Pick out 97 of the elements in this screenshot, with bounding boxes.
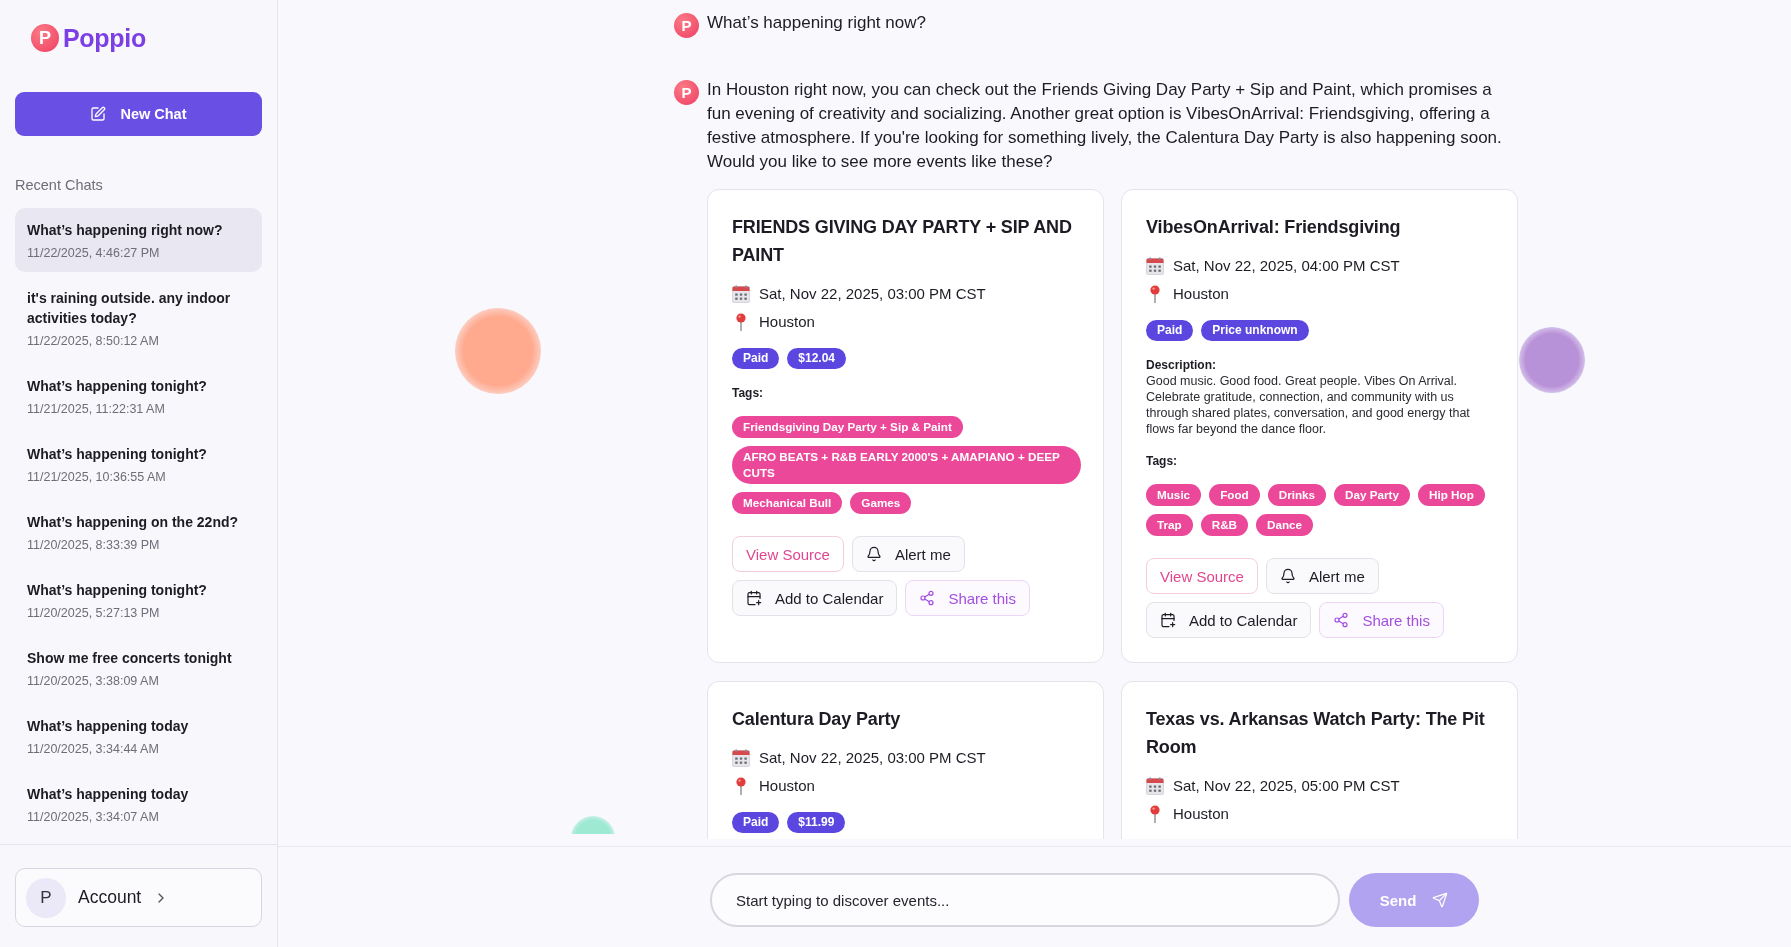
calendar-icon: [732, 749, 750, 767]
event-badge: Paid: [1146, 320, 1194, 341]
avatar: P: [674, 80, 699, 105]
share-icon: [919, 590, 936, 606]
chat-timestamp: 11/20/2025, 3:34:07 AM: [27, 809, 159, 826]
description-text: Good music. Good food. Great people. Vibes On Arrival. Celebrate gratitude, connection, and community with us through shared plates, conversation, and good energy that flows far beyond the dance floor.: [1146, 373, 1471, 437]
description-label: Description:: [1146, 357, 1217, 373]
pin-icon: [1149, 805, 1161, 823]
event-location: Houston: [1173, 804, 1229, 824]
pin-icon: [735, 777, 747, 795]
chat-history-item[interactable]: What’s happening tonight? 11/21/2025, 10:36:55 AM: [15, 432, 262, 496]
event-location: Houston: [759, 776, 815, 796]
chat-timestamp: 11/20/2025, 5:27:13 PM: [27, 605, 160, 622]
view-source-button[interactable]: View Source: [732, 536, 844, 572]
share-button[interactable]: Share this: [905, 580, 1030, 616]
tag-chip: Hip Hop: [1418, 484, 1485, 506]
calendar-plus-icon: [1160, 612, 1176, 628]
pin-icon: [735, 313, 747, 331]
edit-icon: [90, 106, 107, 122]
chat-title: What’s happening today: [27, 717, 189, 736]
bell-icon: [865, 546, 882, 562]
add-to-calendar-button[interactable]: Add to Calendar: [1146, 602, 1312, 638]
event-badge: $12.04: [787, 348, 847, 369]
pin-icon: [1149, 285, 1161, 303]
calendar-icon: [1146, 257, 1164, 275]
chat-timestamp: 11/22/2025, 8:50:12 AM: [27, 333, 159, 350]
calendar-icon: [732, 285, 750, 303]
chat-history-item[interactable]: Show me free concerts tonight 11/20/2025, 3:38:09 AM: [15, 636, 262, 700]
chat-title: What’s happening tonight?: [27, 445, 207, 464]
event-title: FRIENDS GIVING DAY PARTY + SIP AND PAINT: [732, 216, 1073, 267]
message-text: In Houston right now, you can check out the Friends Giving Day Party + Sip and Paint, which promises a fun evening of creativity and socializing. Another great option is VibesOnArrival: Friendsgiving, offering a festive atmosphere. If you're looking for something lively, the Calentura Day Party is also happening soon. Would you like to see more events like these?: [707, 79, 1503, 173]
share-icon: [1333, 612, 1350, 628]
chat-title: it's raining outside. any indoor activities today?: [27, 289, 232, 328]
event-date: Sat, Nov 22, 2025, 03:00 PM CST: [759, 284, 986, 304]
chat-timestamp: 11/20/2025, 3:38:09 AM: [27, 673, 159, 690]
chat-title: Show me free concerts tonight: [27, 649, 232, 668]
add-to-calendar-button[interactable]: Add to Calendar: [732, 580, 898, 616]
account-avatar: P: [26, 877, 66, 918]
chat-title: What’s happening today: [27, 785, 189, 804]
tag-chip: Day Party: [1334, 484, 1410, 506]
event-badge: Price unknown: [1201, 320, 1309, 341]
chat-title: What’s happening tonight?: [27, 581, 207, 600]
event-title: Calentura Day Party: [732, 708, 902, 731]
section-heading: Recent Chats: [15, 176, 104, 195]
tag-chip: R&B: [1200, 514, 1248, 536]
chat-history-item[interactable]: What’s happening on the 22nd? 11/20/2025, 8:33:39 PM: [15, 500, 262, 564]
tag-chip: AFRO BEATS + R&B EARLY 2000'S + AMAPIANO + DEEP CUTS: [732, 446, 1081, 484]
chat-title: What’s happening right now?: [27, 221, 223, 240]
event-badge: $11.99: [787, 812, 846, 833]
chat-history-item[interactable]: What’s happening today 11/20/2025, 3:34:07 AM: [15, 772, 262, 836]
event-location: Houston: [1173, 284, 1229, 304]
chat-history-item[interactable]: What’s happening tonight? 11/21/2025, 11:22:31 AM: [15, 364, 262, 428]
account-button[interactable]: P Account: [15, 868, 262, 927]
app-name: Poppio: [63, 23, 146, 54]
tags-label: Tags:: [732, 385, 765, 401]
tag-chip: Music: [1146, 484, 1202, 506]
message-input[interactable]: Start typing to discover events...: [710, 873, 1340, 927]
tags-label: Tags:: [1146, 453, 1179, 469]
event-title: Texas vs. Arkansas Watch Party: The Pit Room: [1146, 708, 1486, 759]
bell-icon: [1279, 568, 1296, 584]
chat-timestamp: 11/22/2025, 4:46:27 PM: [27, 245, 160, 262]
event-date: Sat, Nov 22, 2025, 05:00 PM CST: [1173, 776, 1400, 796]
chat-title: What’s happening on the 22nd?: [27, 513, 239, 532]
tag-chip: Dance: [1256, 514, 1314, 536]
event-title: VibesOnArrival: Friendsgiving: [1146, 216, 1402, 239]
tag-chip: Drinks: [1267, 484, 1327, 506]
logo-mark: P: [31, 24, 59, 52]
chat-history-item[interactable]: What’s happening tonight? 11/20/2025, 5:27:13 PM: [15, 568, 262, 632]
tag-chip: Food: [1209, 484, 1260, 506]
new-chat-button[interactable]: New Chat: [15, 92, 262, 136]
tag-chip: Games: [850, 492, 912, 514]
tag-chip: Trap: [1146, 514, 1193, 536]
chat-history-item[interactable]: What’s happening right now? 11/22/2025, 4:46:27 PM: [15, 208, 262, 272]
tag-chip: Friendsgiving Day Party + Sip & Paint: [732, 416, 963, 438]
event-date: Sat, Nov 22, 2025, 04:00 PM CST: [1173, 256, 1400, 276]
send-icon: [1432, 892, 1449, 908]
calendar-icon: [1146, 777, 1164, 795]
chat-timestamp: 11/20/2025, 8:33:39 PM: [27, 537, 160, 554]
blurred-circle: [1519, 327, 1585, 393]
chat-history-item[interactable]: it's raining outside. any indoor activities today? 11/22/2025, 8:50:12 AM: [15, 276, 262, 360]
avatar: P: [674, 13, 699, 38]
event-location: Houston: [759, 312, 815, 332]
chat-history-item[interactable]: What’s happening today 11/20/2025, 3:34:44 AM: [15, 704, 262, 768]
view-source-button[interactable]: View Source: [1146, 558, 1258, 594]
event-badge: Paid: [732, 348, 780, 369]
chat-timestamp: 11/21/2025, 10:36:55 AM: [27, 469, 166, 486]
chat-timestamp: 11/20/2025, 3:34:44 AM: [27, 741, 159, 758]
alert-button[interactable]: Alert me: [851, 536, 965, 572]
tag-chip: Mechanical Bull: [732, 492, 843, 514]
calendar-plus-icon: [746, 590, 762, 606]
event-date: Sat, Nov 22, 2025, 03:00 PM CST: [759, 748, 986, 768]
event-badge: Paid: [732, 812, 780, 833]
message-text: What’s happening right now?: [707, 12, 927, 34]
chat-timestamp: 11/21/2025, 11:22:31 AM: [27, 401, 165, 418]
chat-title: What’s happening tonight?: [27, 377, 207, 396]
alert-button[interactable]: Alert me: [1265, 558, 1379, 594]
share-button[interactable]: Share this: [1319, 602, 1444, 638]
